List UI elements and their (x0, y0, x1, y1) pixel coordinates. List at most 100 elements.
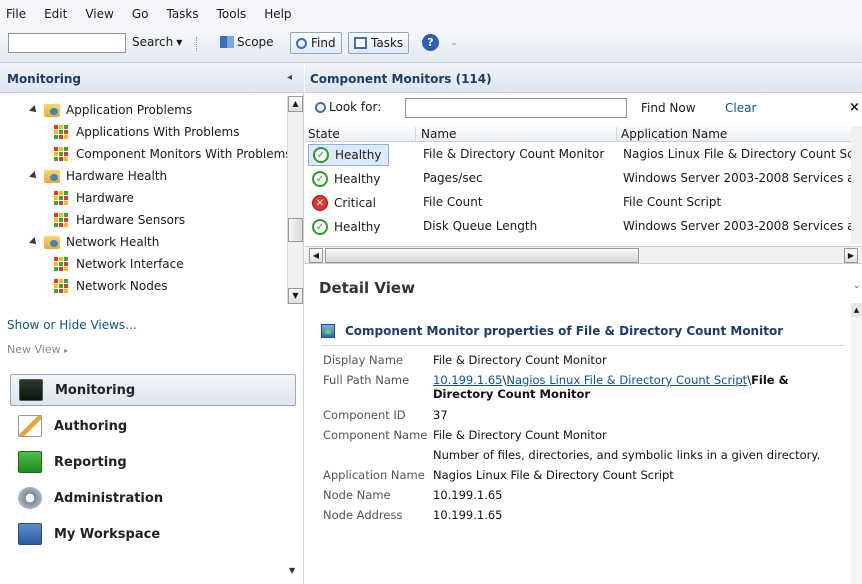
workspace-monitoring[interactable]: Monitoring (10, 374, 296, 406)
table-row[interactable]: ✓ Healthy File & Directory Count Monitor … (305, 143, 862, 167)
find-now-button[interactable]: Find Now (641, 101, 696, 115)
state-view-icon (54, 125, 68, 139)
state-text: Critical (334, 196, 376, 210)
toolbar-search-input[interactable] (8, 33, 126, 53)
node-name-label: Node Name (323, 488, 391, 502)
tree-folder-network-health[interactable]: Network Health (29, 232, 160, 252)
state-view-icon (54, 191, 68, 205)
full-path-label: Full Path Name (323, 373, 410, 387)
find-bar: Look for: Find Now Clear × (305, 93, 862, 123)
folder-icon (44, 169, 60, 183)
folder-icon (44, 235, 60, 249)
workspace-my-workspace[interactable]: My Workspace (10, 518, 296, 550)
detail-scrollbar[interactable]: ▲ (851, 303, 862, 584)
tasks-label: Tasks (371, 36, 404, 50)
tree-item-component-monitors-with-problems[interactable]: Component Monitors With Problems (54, 144, 292, 164)
tree-label: Applications With Problems (76, 125, 240, 139)
table-row[interactable]: ✕ Critical File Count File Count Script (305, 191, 862, 215)
menu-tools[interactable]: Tools (217, 7, 247, 21)
tree-folder-application-problems[interactable]: Application Problems (29, 100, 193, 120)
workspace-label: Reporting (54, 454, 127, 470)
menu-edit[interactable]: Edit (44, 7, 67, 21)
look-for-input[interactable] (405, 98, 627, 118)
toolbar-overflow[interactable]: ⁼ (452, 37, 458, 51)
table-horizontal-scrollbar[interactable]: ◀ ▶ (305, 246, 862, 264)
display-name-value: File & Directory Count Monitor (433, 353, 607, 367)
column-header-state[interactable]: State (308, 127, 416, 142)
tree-item-hardware-sensors[interactable]: Hardware Sensors (54, 210, 185, 230)
scroll-up-icon[interactable]: ▲ (288, 96, 303, 112)
tree-label: Hardware Health (66, 169, 168, 183)
tree-label: Network Health (66, 235, 160, 249)
tree-item-network-nodes[interactable]: Network Nodes (54, 276, 168, 296)
menu-tasks[interactable]: Tasks (166, 7, 198, 21)
expand-icon[interactable] (29, 237, 39, 247)
view-tree: Application Problems Applications With P… (0, 96, 292, 304)
node-name-value: 10.199.1.65 (433, 488, 503, 502)
expand-icon[interactable] (29, 105, 39, 115)
scroll-thumb[interactable] (288, 218, 303, 242)
full-path-ip-link[interactable]: 10.199.1.65 (433, 373, 503, 387)
workspace-reporting[interactable]: Reporting (10, 446, 296, 478)
tree-folder-hardware-health[interactable]: Hardware Health (29, 166, 168, 186)
close-icon[interactable]: × (849, 100, 860, 115)
menu-go[interactable]: Go (132, 7, 149, 21)
look-for-label: Look for: (315, 100, 381, 114)
chevron-down-icon[interactable]: ⌄ (853, 281, 861, 291)
table-row[interactable]: ✓ Healthy Disk Queue Length Windows Serve… (305, 215, 862, 239)
tree-label: Application Problems (66, 103, 193, 117)
gear-icon (18, 487, 42, 509)
name-cell: Disk Queue Length (423, 219, 538, 233)
full-path-value: 10.199.1.65\Nagios Linux File & Director… (433, 373, 833, 401)
clear-link[interactable]: Clear (725, 101, 756, 115)
new-view-link[interactable]: New View ▸ (7, 343, 68, 356)
menu-view[interactable]: View (85, 7, 113, 21)
navigation-pane: Monitoring ◂ Application Problems Applic… (0, 63, 304, 584)
tree-item-applications-with-problems[interactable]: Applications With Problems (54, 122, 240, 142)
application-cell: Nagios Linux File & Directory Count Scri (623, 147, 851, 161)
show-hide-views-link[interactable]: Show or Hide Views... (7, 318, 137, 332)
full-path-application-link[interactable]: Nagios Linux File & Directory Count Scri… (506, 373, 747, 387)
menu-file[interactable]: File (6, 7, 26, 21)
scroll-up-icon[interactable]: ▲ (851, 303, 862, 317)
search-icon (296, 37, 307, 49)
scroll-thumb[interactable] (325, 248, 639, 263)
tree-scrollbar[interactable]: ▲ ▼ (287, 96, 303, 304)
state-view-icon (54, 213, 68, 227)
table-row[interactable]: ✓ Healthy Pages/sec Windows Server 2003-2… (305, 167, 862, 191)
scope-button[interactable]: Scope (220, 35, 274, 49)
find-button[interactable]: Find (290, 32, 342, 54)
table-header: State Name Application Name (305, 126, 862, 142)
expand-icon[interactable] (29, 171, 39, 181)
name-cell: File Count (423, 195, 483, 209)
scroll-right-icon[interactable]: ▶ (844, 248, 858, 263)
scroll-down-icon[interactable]: ▼ (288, 288, 303, 304)
state-view-icon (54, 147, 68, 161)
reporting-icon (18, 451, 42, 473)
tree-label: Hardware (76, 191, 134, 205)
component-monitor-icon (321, 324, 335, 338)
divider (321, 345, 845, 346)
application-cell: File Count Script (623, 195, 722, 209)
workspace-administration[interactable]: Administration (10, 482, 296, 514)
column-header-name[interactable]: Name (421, 127, 617, 142)
component-name-label: Component Name (323, 428, 428, 442)
table-vertical-scrollbar[interactable] (851, 126, 862, 244)
workspace-authoring[interactable]: Authoring (10, 410, 296, 442)
collapse-pane-icon[interactable]: ◂ (287, 72, 292, 83)
chevron-down-icon[interactable]: ▼ (289, 566, 295, 575)
detail-view-title: Detail View (319, 279, 415, 297)
scroll-left-icon[interactable]: ◀ (309, 248, 323, 263)
state-view-icon (54, 279, 68, 293)
application-cell: Windows Server 2003-2008 Services and (623, 171, 851, 185)
state-cell: ✓ Healthy (308, 144, 389, 166)
help-icon[interactable]: ? (422, 34, 439, 51)
menu-help[interactable]: Help (264, 7, 291, 21)
application-name-label: Application Name (323, 468, 425, 482)
column-header-application-name[interactable]: Application Name (621, 127, 851, 142)
tasks-button[interactable]: Tasks (348, 32, 410, 54)
tree-item-network-interface[interactable]: Network Interface (54, 254, 184, 274)
tree-item-hardware[interactable]: Hardware (54, 188, 134, 208)
search-dropdown-button[interactable]: Search ▼ (132, 35, 182, 49)
look-for-text: Look for: (329, 100, 382, 114)
